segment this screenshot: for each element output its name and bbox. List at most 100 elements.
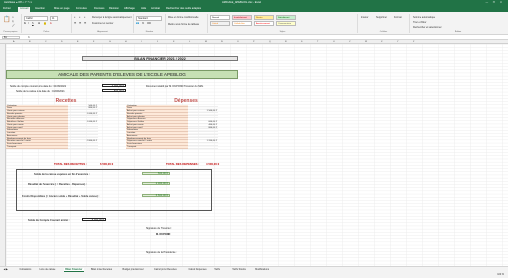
column-header[interactable]: Q <box>269 41 271 43</box>
style-normal[interactable]: Normal <box>210 15 230 20</box>
format-painter-icon[interactable]: 🖌 <box>12 24 15 27</box>
italic-icon[interactable]: I <box>28 22 29 25</box>
column-header[interactable]: R <box>285 41 287 43</box>
percent-icon[interactable]: % <box>142 22 144 25</box>
name-box[interactable]: B1 <box>2 35 20 40</box>
row-value[interactable] <box>188 146 218 149</box>
find-select-button[interactable]: Rechercher et sélectionner <box>413 26 442 29</box>
column-header[interactable]: C <box>45 41 47 43</box>
column-header[interactable]: Y <box>397 41 398 43</box>
conditional-format-button[interactable]: Mise en forme conditionnelle <box>168 16 206 19</box>
tab-acrobat[interactable]: Acrobat <box>151 7 160 10</box>
resultat-value[interactable]: 2 000,00 € <box>142 182 170 186</box>
solde-compte-value[interactable]: 3 000,00 € <box>102 84 126 88</box>
style-good[interactable]: Satisfaisant <box>276 15 296 20</box>
tell-me-search[interactable]: Rechercher des outils adaptés <box>166 7 201 10</box>
column-header[interactable]: Z <box>413 41 414 43</box>
solde-final-value[interactable]: 5 000,00 € <box>82 218 106 222</box>
fonds-disponibles-value[interactable]: 5 500,00 € <box>142 194 170 198</box>
style-warning[interactable]: Avertissement <box>254 21 274 26</box>
delete-button[interactable]: Supprimer <box>376 16 387 19</box>
align-middle-icon[interactable]: ≡ <box>79 16 80 19</box>
sheet-tab[interactable]: Livre de caisse <box>38 268 57 271</box>
tab-insert[interactable]: Insertion <box>35 7 45 10</box>
worksheet-grid[interactable]: BILAN FINANCIER 2021 / 2022 AMICALE DES … <box>6 43 508 266</box>
tab-view[interactable]: Affichage <box>124 7 135 10</box>
align-right-icon[interactable]: ☰ <box>84 22 86 25</box>
align-top-icon[interactable]: ≡ <box>74 16 75 19</box>
style-linked-cell[interactable]: Cellule liée <box>232 21 252 26</box>
sheet-tab[interactable]: Calcul prévi Recettes <box>153 268 179 271</box>
quick-access-toolbar[interactable]: AutoSave ● Off ⌂ ↶ ↷ ▾ <box>4 1 32 4</box>
solde-caisse-exercice-value[interactable]: 500,00 € <box>142 172 170 176</box>
copy-icon[interactable]: ⎘ <box>12 20 14 23</box>
align-bottom-icon[interactable]: ≡ <box>84 16 85 19</box>
format-button[interactable]: Format <box>394 16 402 19</box>
tab-page-layout[interactable]: Mise en page <box>54 7 70 10</box>
autosum-button[interactable]: Somme automatique <box>413 16 435 19</box>
column-header[interactable]: B <box>29 41 30 43</box>
style-bad[interactable]: Insatisfaisant <box>232 15 252 20</box>
align-center-icon[interactable]: ☰ <box>79 22 81 25</box>
column-header[interactable]: G <box>109 41 111 43</box>
font-size-select[interactable]: 11 <box>50 16 58 21</box>
style-calculation[interactable]: Calcul <box>210 21 230 26</box>
column-header[interactable]: J <box>157 41 158 43</box>
column-header[interactable]: A <box>13 41 14 43</box>
sheet-tab[interactable]: Cotisations <box>18 268 33 271</box>
thousands-icon[interactable]: 000 <box>147 22 151 25</box>
sort-filter-button[interactable]: Trier et filtrer <box>413 21 426 24</box>
column-header[interactable]: S <box>301 41 302 43</box>
column-header[interactable]: I <box>141 41 142 43</box>
tab-file[interactable]: Fichier <box>3 7 11 10</box>
insert-button[interactable]: Insérer <box>361 16 368 19</box>
column-header[interactable]: L <box>189 41 190 43</box>
column-header[interactable]: N <box>221 41 223 43</box>
zoom-level[interactable]: 100 % <box>497 273 504 276</box>
tab-review[interactable]: Révision <box>109 7 119 10</box>
column-header[interactable]: T <box>317 41 318 43</box>
sheet-tab[interactable]: Tarifs <box>213 268 222 271</box>
format-as-table-button[interactable]: Mettre sous forme de tableau <box>168 23 206 26</box>
merge-center-button[interactable]: Fusionner et centrer <box>92 22 113 25</box>
font-color-icon[interactable]: A <box>50 22 52 25</box>
sheet-tab[interactable]: Budget prévisionnel <box>121 268 145 271</box>
underline-icon[interactable]: S <box>32 22 34 25</box>
paste-icon[interactable]: 📋 <box>3 16 10 23</box>
column-header[interactable]: D <box>61 41 63 43</box>
currency-icon[interactable]: 💶 <box>136 22 139 25</box>
column-header[interactable]: U <box>333 41 335 43</box>
fx-icon[interactable]: fx <box>28 36 30 39</box>
number-format-select[interactable]: Standard <box>136 16 162 21</box>
window-controls[interactable]: — ☐ ✕ <box>485 1 504 4</box>
column-header[interactable]: M <box>205 41 207 43</box>
solde-caisse-value[interactable]: 500,00 € <box>102 89 126 93</box>
tab-formulas[interactable]: Formules <box>76 7 87 10</box>
row-value[interactable] <box>68 146 98 149</box>
fill-color-icon[interactable]: ▆ <box>44 22 46 25</box>
column-header[interactable]: O <box>237 41 239 43</box>
wrap-text-button[interactable]: Renvoyer à la ligne automatiquement <box>92 16 132 19</box>
cut-icon[interactable]: ✂ <box>12 16 14 19</box>
column-header[interactable]: F <box>93 41 94 43</box>
column-header[interactable]: W <box>365 41 367 43</box>
style-neutral[interactable]: Neutre <box>254 15 274 20</box>
sheet-tab[interactable]: Calcul Dépenses <box>187 268 208 271</box>
column-header[interactable]: E <box>77 41 78 43</box>
column-header[interactable]: X <box>381 41 382 43</box>
column-header[interactable]: P <box>253 41 254 43</box>
column-header[interactable]: V <box>349 41 350 43</box>
sheet-tab[interactable]: Modifications <box>254 268 271 271</box>
column-header[interactable]: H <box>125 41 127 43</box>
column-header[interactable]: K <box>173 41 174 43</box>
align-left-icon[interactable]: ☰ <box>74 22 76 25</box>
border-icon[interactable]: ⊞ <box>38 22 40 25</box>
style-note[interactable]: Commentaire <box>276 21 296 26</box>
sheet-tab[interactable]: Tarifs Stocks <box>231 268 248 271</box>
bold-icon[interactable]: G <box>24 22 26 25</box>
sheet-nav-icon[interactable]: ◀ ▶ <box>2 268 9 271</box>
tab-data[interactable]: Données <box>94 7 104 10</box>
sheet-tab[interactable]: Bilan mise Recettes <box>89 268 113 271</box>
tab-help[interactable]: Aide <box>141 7 146 10</box>
font-name-select[interactable]: Calibri <box>24 16 48 21</box>
